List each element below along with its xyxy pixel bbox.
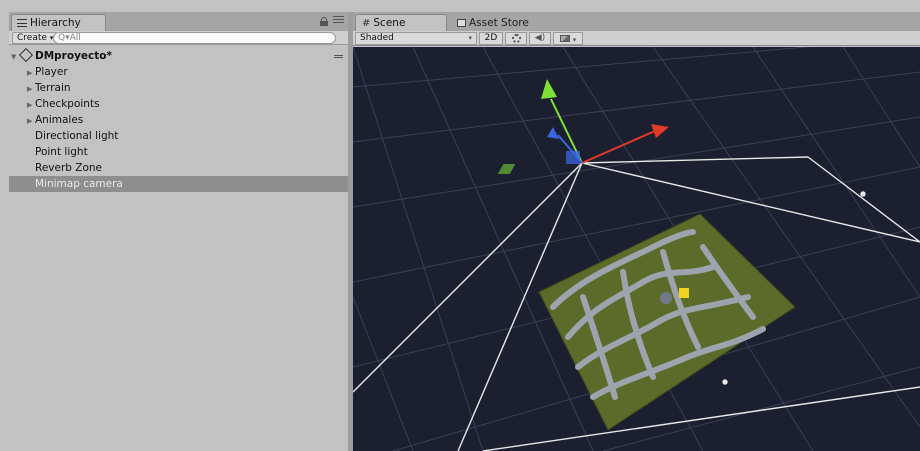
- gizmo-y-arrow[interactable]: [541, 79, 557, 99]
- tab-asset-store[interactable]: Asset Store: [451, 14, 551, 31]
- scene-canvas[interactable]: [353, 47, 920, 451]
- fold-closed-icon[interactable]: ▶: [27, 97, 35, 113]
- toggle-lighting-button[interactable]: [505, 32, 527, 45]
- tab-scene-label: Scene: [373, 17, 406, 29]
- tree-item-point-light[interactable]: Point light: [9, 144, 348, 160]
- gizmo-x-arrow[interactable]: [651, 124, 669, 138]
- scene-toolbar: Shaded ▾ 2D ◀) ▾: [353, 31, 920, 46]
- transform-gizmo[interactable]: [497, 79, 669, 174]
- fold-open-icon[interactable]: ▼: [11, 49, 19, 65]
- tree-item-directional-light[interactable]: Directional light: [9, 128, 348, 144]
- image-icon: [559, 35, 570, 42]
- search-placeholder: Q▾All: [58, 33, 81, 43]
- tree-item-minimap-camera[interactable]: Minimap camera: [9, 176, 348, 192]
- hash-icon: #: [362, 17, 371, 29]
- tree-item-animales[interactable]: ▶ Animales: [9, 112, 348, 128]
- hierarchy-toolbar: Create ▾ Q▾All: [9, 31, 348, 45]
- scene-panel: # Scene Asset Store Shaded ▾ 2D ◀) ▾: [353, 12, 920, 451]
- hierarchy-panel: Hierarchy Create ▾ Q▾All ▼ DMproyecto* ▶ P…: [9, 12, 348, 451]
- effects-dropdown[interactable]: ▾: [553, 32, 583, 45]
- gizmo-z-arrow[interactable]: [547, 127, 559, 139]
- fold-closed-icon[interactable]: ▶: [27, 65, 35, 81]
- toggle-2d-label: 2D: [484, 33, 498, 43]
- lock-icon[interactable]: [320, 17, 328, 26]
- tree-item-player[interactable]: ▶ Player: [9, 64, 348, 80]
- scene-root[interactable]: ▼ DMproyecto*: [9, 47, 348, 65]
- shading-mode-dropdown[interactable]: Shaded ▾: [355, 32, 477, 45]
- scene-viewport[interactable]: [353, 47, 920, 451]
- tree-item-label: Point light: [35, 146, 88, 158]
- tree-item-reverb-zone[interactable]: Reverb Zone: [9, 160, 348, 176]
- shading-mode-value: Shaded: [360, 33, 394, 43]
- tab-scene[interactable]: # Scene: [355, 14, 447, 31]
- create-button[interactable]: Create ▾: [12, 32, 59, 44]
- tree-item-label: Checkpoints: [35, 98, 100, 110]
- scene-menu-icon[interactable]: [334, 55, 343, 59]
- tab-hierarchy-label: Hierarchy: [30, 17, 81, 29]
- tree-item-terrain[interactable]: ▶ Terrain: [9, 80, 348, 96]
- speaker-icon: ◀): [534, 33, 546, 43]
- tab-hierarchy[interactable]: Hierarchy: [11, 14, 106, 31]
- player-marker: [679, 288, 689, 298]
- sun-icon: [511, 34, 521, 43]
- tree-item-label: Terrain: [35, 82, 71, 94]
- tab-asset-store-label: Asset Store: [469, 16, 529, 29]
- panel-menu-icon[interactable]: [333, 16, 344, 25]
- tree-item-label: Directional light: [35, 130, 119, 142]
- search-input[interactable]: Q▾All: [53, 32, 336, 44]
- list-icon: [17, 19, 27, 27]
- toggle-audio-button[interactable]: ◀): [529, 32, 551, 45]
- store-icon: [457, 18, 466, 27]
- tree-item-label: Animales: [35, 114, 84, 126]
- unity-scene-icon: [18, 47, 34, 63]
- hierarchy-tabbar: Hierarchy: [9, 12, 348, 31]
- scene-name: DMproyecto*: [35, 50, 112, 62]
- scene-tabbar: # Scene Asset Store: [353, 12, 920, 31]
- tree-item-label: Minimap camera: [35, 178, 123, 190]
- create-button-label: Create: [17, 33, 47, 43]
- tree-item-label: Reverb Zone: [35, 162, 103, 174]
- tree-item-label: Player: [35, 66, 68, 78]
- fold-closed-icon[interactable]: ▶: [27, 81, 35, 97]
- tree-item-checkpoints[interactable]: ▶ Checkpoints: [9, 96, 348, 112]
- hierarchy-tree: ▼ DMproyecto* ▶ Player ▶ Terrain ▶ Checkpoin…: [9, 47, 348, 192]
- chevron-down-icon: ▾: [572, 36, 577, 44]
- chevron-down-icon: ▾: [468, 34, 472, 42]
- fold-closed-icon[interactable]: ▶: [27, 113, 35, 129]
- toggle-2d-button[interactable]: 2D: [479, 32, 503, 45]
